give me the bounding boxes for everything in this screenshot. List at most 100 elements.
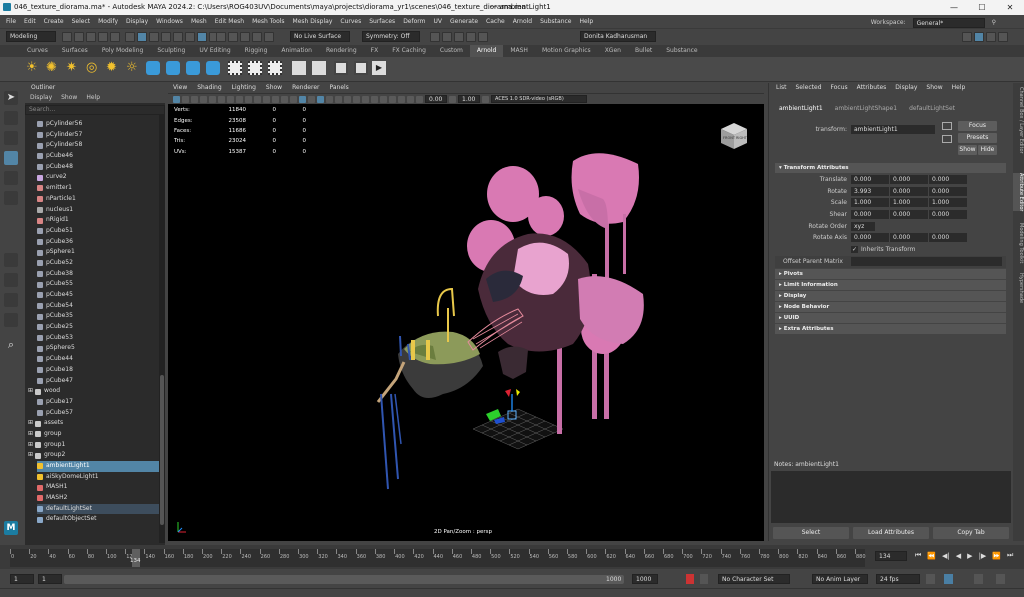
rotate-tool-icon[interactable] (4, 171, 18, 185)
shelf-tab-bullet[interactable]: Bullet (628, 45, 659, 57)
play-render-icon[interactable]: ▶ (372, 61, 386, 75)
select-component-icon[interactable] (149, 32, 159, 42)
toggle-tool-settings-icon[interactable] (986, 32, 996, 42)
render-frame-icon[interactable] (430, 32, 440, 42)
safe-action-icon[interactable] (272, 95, 279, 103)
make-live-icon[interactable] (264, 32, 274, 42)
menu-substance[interactable]: Substance (536, 15, 575, 28)
transform-name-field[interactable]: ambientLight1 (851, 125, 935, 134)
xray-icon[interactable] (389, 95, 396, 103)
menu-file[interactable]: File (2, 15, 20, 28)
focus-arrow-icon[interactable] (942, 122, 952, 130)
shelf-tab-uv-editing[interactable]: UV Editing (192, 45, 237, 57)
shelf-tab-fx-caching[interactable]: FX Caching (385, 45, 433, 57)
expand-icon[interactable]: ⊞ (28, 440, 33, 451)
gamma-icon[interactable] (449, 95, 456, 103)
search-icon[interactable]: ⌕ (4, 338, 18, 352)
menu-generate[interactable]: Generate (446, 15, 482, 28)
anim-prefs-icon[interactable] (700, 574, 708, 584)
fps-dropdown[interactable]: 24 fps (876, 574, 920, 584)
smooth-shade-icon[interactable] (299, 95, 306, 103)
outliner-item[interactable]: pSphere1 (37, 247, 165, 258)
anim-layer-dropdown[interactable]: No Anim Layer (812, 574, 868, 584)
play-forwards-icon[interactable]: ▶ (967, 552, 972, 560)
shelf-tab-custom[interactable]: Custom (433, 45, 470, 57)
rotate-axis-z[interactable]: 0.000 (929, 233, 967, 243)
outliner-item[interactable]: pCube18 (37, 365, 165, 376)
ae-menu-list[interactable]: List (776, 83, 787, 93)
rotate-axis-x[interactable]: 0.000 (851, 233, 889, 243)
current-frame-field[interactable]: 134 (875, 551, 907, 561)
safe-title-icon[interactable] (281, 95, 288, 103)
ae-menu-display[interactable]: Display (895, 83, 917, 93)
ae-menu-show[interactable]: Show (926, 83, 942, 93)
shelf-tab-fx[interactable]: FX (364, 45, 386, 57)
menu-edit-mesh[interactable]: Edit Mesh (211, 15, 248, 28)
outliner-item[interactable]: pCube47 (37, 376, 165, 387)
grease-pencil-icon[interactable] (218, 95, 225, 103)
menu-surfaces[interactable]: Surfaces (365, 15, 399, 28)
outliner-item[interactable]: pCylinder56 (37, 119, 165, 130)
toggle-attribute-editor-icon[interactable] (974, 32, 984, 42)
ae-section-node-behavior[interactable]: ▸ Node Behavior (775, 301, 1006, 312)
scale-tool-icon[interactable] (4, 191, 18, 205)
wireframe-on-shaded-icon[interactable] (308, 95, 315, 103)
render-view-arnold-icon[interactable] (334, 61, 348, 75)
rotate-y[interactable]: 0.000 (890, 186, 928, 196)
viewport-menu-show[interactable]: Show (266, 83, 282, 93)
render-settings-icon[interactable] (454, 32, 464, 42)
use-all-lights-icon[interactable] (326, 95, 333, 103)
mask-joints-icon[interactable] (173, 32, 183, 42)
shelf-tab-xgen[interactable]: XGen (598, 45, 628, 57)
menu-edit[interactable]: Edit (20, 15, 40, 28)
render-view-icon[interactable] (478, 32, 488, 42)
outliner-item[interactable]: pCube48 (37, 162, 165, 173)
start-frame-field[interactable]: 1 (10, 574, 34, 584)
live-surface-dropdown[interactable]: No Live Surface (290, 31, 350, 42)
anti-aliasing-icon[interactable] (362, 95, 369, 103)
loop-icon[interactable] (926, 574, 935, 584)
bookmark-icon[interactable] (191, 95, 198, 103)
outliner-menu-display[interactable]: Display (30, 93, 52, 103)
menu-create[interactable]: Create (40, 15, 68, 28)
hypershade-icon[interactable] (466, 32, 476, 42)
outliner-item[interactable]: pCube55 (37, 279, 165, 290)
outliner-item[interactable]: ⊞ group2 (28, 450, 165, 461)
offset-parent-row[interactable]: Offset Parent Matrix (775, 256, 1006, 268)
select-object-icon[interactable] (137, 32, 147, 42)
outliner-item[interactable]: pCylinder58 (37, 140, 165, 151)
photometric-light-icon[interactable]: ✷ (66, 61, 80, 75)
outliner-search-input[interactable]: Search... (25, 105, 165, 115)
perspective-viewport[interactable]: View Shading Lighting Show Renderer Panels 0.… (168, 83, 764, 541)
outliner-item[interactable]: pSphere5 (37, 343, 165, 354)
view-transform-dropdown[interactable]: ACES 1.0 SDR-video (sRGB) (491, 95, 587, 103)
outliner-item[interactable]: pCube53 (37, 333, 165, 344)
load-attributes-button[interactable]: Load Attributes (853, 527, 929, 539)
outliner-item[interactable]: pCube57 (37, 408, 165, 419)
outliner-item[interactable]: ambientLight1 (37, 461, 165, 472)
ae-menu-focus[interactable]: Focus (831, 83, 848, 93)
camera-attr-icon[interactable] (182, 95, 189, 103)
shelf-tab-curves[interactable]: Curves (20, 45, 55, 57)
select-button[interactable]: Select (773, 527, 849, 539)
film-gate-icon[interactable] (236, 95, 243, 103)
shear-y[interactable]: 0.000 (890, 210, 928, 220)
mesh-light-icon[interactable]: ✺ (46, 61, 60, 75)
expand-icon[interactable]: ⊞ (28, 450, 33, 461)
outliner-item[interactable]: pCylinder57 (37, 130, 165, 141)
mask-handles-icon[interactable] (161, 32, 171, 42)
flat-icon[interactable] (248, 61, 262, 75)
screen-space-ao-icon[interactable] (344, 95, 351, 103)
outliner-item[interactable]: ⊞ assets (28, 418, 165, 429)
outliner-item[interactable]: MASH2 (37, 493, 165, 504)
shelf-tab-arnold[interactable]: Arnold (469, 45, 504, 57)
snap-grid-icon[interactable] (216, 32, 226, 42)
outliner-item[interactable]: pCube38 (37, 269, 165, 280)
skydome-light-icon[interactable]: ◎ (86, 61, 100, 75)
step-forward-icon[interactable]: |▶ (979, 552, 987, 560)
sound-icon[interactable] (944, 574, 953, 584)
outliner-item[interactable]: pCube51 (37, 226, 165, 237)
open-scene-icon[interactable] (74, 32, 84, 42)
viewport-menu-view[interactable]: View (173, 83, 187, 93)
menu-mesh-display[interactable]: Mesh Display (289, 15, 337, 28)
